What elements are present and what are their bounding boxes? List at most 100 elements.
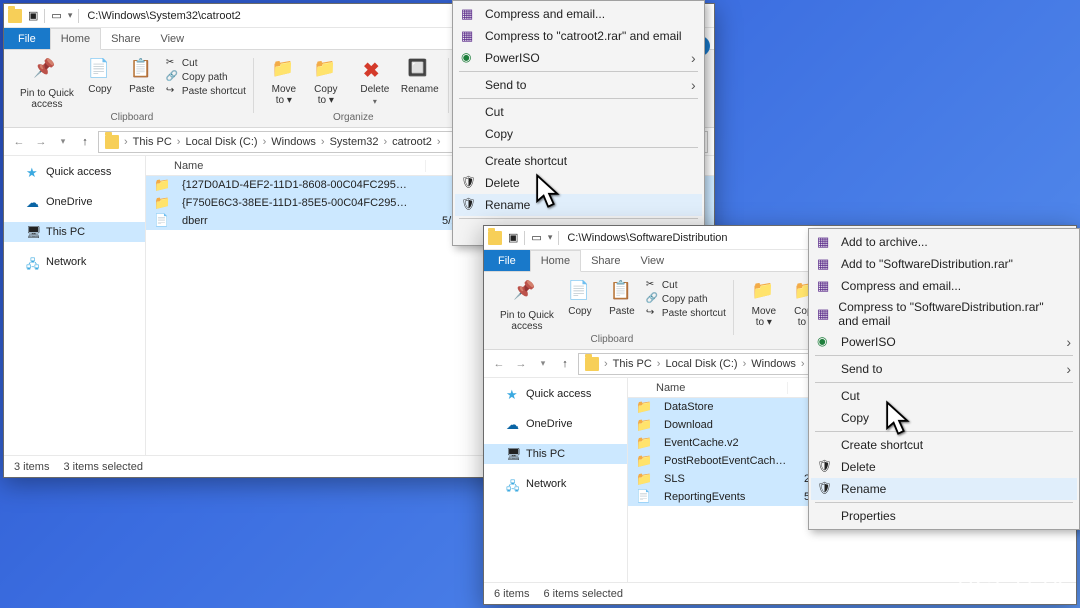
paste-shortcut-button[interactable]: Paste shortcut bbox=[644, 306, 728, 320]
tab-share[interactable]: Share bbox=[581, 250, 630, 271]
group-label: Organize bbox=[333, 112, 374, 125]
tab-view[interactable]: View bbox=[630, 250, 674, 271]
copy-button[interactable]: Copy bbox=[80, 56, 120, 97]
file-name: dberr bbox=[174, 215, 434, 227]
menu-item-create-shortcut[interactable]: Create shortcut bbox=[455, 150, 702, 172]
menu-item-compress-and-email[interactable]: Compress and email... bbox=[455, 3, 702, 25]
menu-item-copy[interactable]: Copy bbox=[455, 123, 702, 145]
nav-recent-button[interactable]: ▾ bbox=[534, 355, 552, 373]
star-icon bbox=[506, 387, 520, 401]
tab-file[interactable]: File bbox=[484, 250, 530, 271]
paste-button[interactable]: Paste bbox=[122, 56, 162, 97]
menu-item-send-to[interactable]: Send to bbox=[455, 74, 702, 96]
col-name[interactable]: Name bbox=[628, 382, 788, 394]
window-title: C:\Windows\System32\catroot2 bbox=[87, 10, 240, 22]
nav-this-pc[interactable]: This PC bbox=[4, 222, 145, 242]
menu-item-copy[interactable]: Copy bbox=[811, 407, 1077, 429]
menu-item-create-shortcut[interactable]: Create shortcut bbox=[811, 434, 1077, 456]
menu-item-poweriso[interactable]: PowerISO bbox=[455, 47, 702, 69]
crumb-c[interactable]: Local Disk (C:) bbox=[181, 136, 261, 148]
copy-button[interactable]: Copy bbox=[560, 278, 600, 319]
nav-back-button[interactable]: ← bbox=[10, 133, 28, 151]
copy-path-button[interactable]: Copy path bbox=[164, 70, 248, 84]
menu-item-label: Delete bbox=[485, 176, 520, 190]
menu-item-send-to[interactable]: Send to bbox=[811, 358, 1077, 380]
menu-item-label: Compress to "SoftwareDistribution.rar" a… bbox=[838, 300, 1057, 328]
move-to-button[interactable]: Move to ▾ bbox=[744, 278, 784, 330]
qat-save-icon[interactable]: ▣ bbox=[28, 9, 38, 22]
cut-button[interactable]: Cut bbox=[644, 278, 728, 292]
ribbon-group-clipboard: Pin to Quick access Copy Paste Cut Copy … bbox=[10, 54, 254, 127]
status-item-count: 6 items bbox=[494, 588, 529, 600]
qat-save-icon[interactable]: ▣ bbox=[508, 231, 518, 244]
paste-shortcut-button[interactable]: Paste shortcut bbox=[164, 84, 248, 98]
menu-item-label: Compress to "catroot2.rar" and email bbox=[485, 29, 682, 43]
nav-onedrive[interactable]: OneDrive bbox=[484, 414, 627, 434]
menu-item-add-to-softwaredistribution-rar[interactable]: Add to "SoftwareDistribution.rar" bbox=[811, 253, 1077, 275]
copy-to-button[interactable]: Copy to ▾ bbox=[306, 56, 346, 108]
pasteshortcut-icon bbox=[646, 307, 658, 319]
menu-item-label: Copy bbox=[485, 127, 513, 141]
menu-item-rename[interactable]: Rename bbox=[455, 194, 702, 216]
crumb-system32[interactable]: System32 bbox=[326, 136, 383, 148]
file-name: Download bbox=[656, 419, 796, 431]
qat-properties-icon[interactable]: ▭ bbox=[51, 9, 61, 22]
menu-item-poweriso[interactable]: PowerISO bbox=[811, 331, 1077, 353]
crumb-thispc[interactable]: This PC bbox=[129, 136, 176, 148]
pin-quick-access-button[interactable]: Pin to Quick access bbox=[16, 56, 78, 112]
paste-button[interactable]: Paste bbox=[602, 278, 642, 319]
crumb-windows[interactable]: Windows bbox=[747, 358, 800, 370]
nav-up-button[interactable]: ↑ bbox=[76, 133, 94, 151]
nav-network[interactable]: Network bbox=[4, 252, 145, 272]
menu-item-delete[interactable]: Delete bbox=[811, 456, 1077, 478]
menu-item-add-to-archive[interactable]: Add to archive... bbox=[811, 231, 1077, 253]
tab-file[interactable]: File bbox=[4, 28, 50, 49]
cut-button[interactable]: Cut bbox=[164, 56, 248, 70]
nav-quick-access[interactable]: Quick access bbox=[4, 162, 145, 182]
qat-dropdown-icon[interactable]: ▾ bbox=[68, 10, 73, 21]
menu-item-compress-and-email[interactable]: Compress and email... bbox=[811, 275, 1077, 297]
group-label: Clipboard bbox=[111, 112, 154, 125]
context-menu-catroot2[interactable]: Compress and email... Compress to "catroo… bbox=[452, 0, 705, 246]
folder-icon bbox=[636, 417, 652, 433]
crumb-c[interactable]: Local Disk (C:) bbox=[661, 358, 741, 370]
col-name[interactable]: Name bbox=[146, 160, 426, 172]
nav-onedrive[interactable]: OneDrive bbox=[4, 192, 145, 212]
menu-item-label: PowerISO bbox=[841, 335, 896, 349]
menu-item-label: Create shortcut bbox=[485, 154, 567, 168]
menu-item-properties[interactable]: Properties bbox=[811, 505, 1077, 527]
tab-view[interactable]: View bbox=[150, 28, 194, 49]
nav-up-button[interactable]: ↑ bbox=[556, 355, 574, 373]
crumb-windows[interactable]: Windows bbox=[267, 136, 320, 148]
delete-button[interactable]: Delete▾ bbox=[355, 56, 395, 108]
menu-item-label: Add to archive... bbox=[841, 235, 928, 249]
nav-network[interactable]: Network bbox=[484, 474, 627, 494]
nav-recent-button[interactable]: ▾ bbox=[54, 133, 72, 151]
rename-button[interactable]: Rename bbox=[397, 56, 443, 97]
copy-icon bbox=[88, 58, 112, 82]
menu-item-cut[interactable]: Cut bbox=[811, 385, 1077, 407]
pin-quick-access-button[interactable]: Pin to Quick access bbox=[496, 278, 558, 334]
nav-quick-access[interactable]: Quick access bbox=[484, 384, 627, 404]
shield-icon bbox=[817, 481, 833, 497]
menu-item-compress-to-catroot2-rar-and-email[interactable]: Compress to "catroot2.rar" and email bbox=[455, 25, 702, 47]
move-to-button[interactable]: Move to ▾ bbox=[264, 56, 304, 108]
nav-back-button[interactable]: ← bbox=[490, 355, 508, 373]
copy-path-button[interactable]: Copy path bbox=[644, 292, 728, 306]
crumb-thispc[interactable]: This PC bbox=[609, 358, 656, 370]
context-menu-softwaredistribution[interactable]: Add to archive... Add to "SoftwareDistrib… bbox=[808, 228, 1080, 530]
folder-icon bbox=[585, 357, 599, 371]
paste-icon bbox=[610, 280, 634, 304]
qat-properties-icon[interactable]: ▭ bbox=[531, 231, 541, 244]
menu-item-compress-to-softwaredistribution-rar-and-email[interactable]: Compress to "SoftwareDistribution.rar" a… bbox=[811, 297, 1077, 331]
tab-home[interactable]: Home bbox=[530, 250, 581, 272]
nav-this-pc[interactable]: This PC bbox=[484, 444, 627, 464]
crumb-catroot2[interactable]: catroot2 bbox=[388, 136, 436, 148]
menu-item-rename[interactable]: Rename bbox=[811, 478, 1077, 500]
menu-item-delete[interactable]: Delete bbox=[455, 172, 702, 194]
menu-item-cut[interactable]: Cut bbox=[455, 101, 702, 123]
qat-dropdown-icon[interactable]: ▾ bbox=[548, 232, 553, 243]
menu-separator bbox=[815, 382, 1073, 383]
tab-home[interactable]: Home bbox=[50, 28, 101, 50]
tab-share[interactable]: Share bbox=[101, 28, 150, 49]
